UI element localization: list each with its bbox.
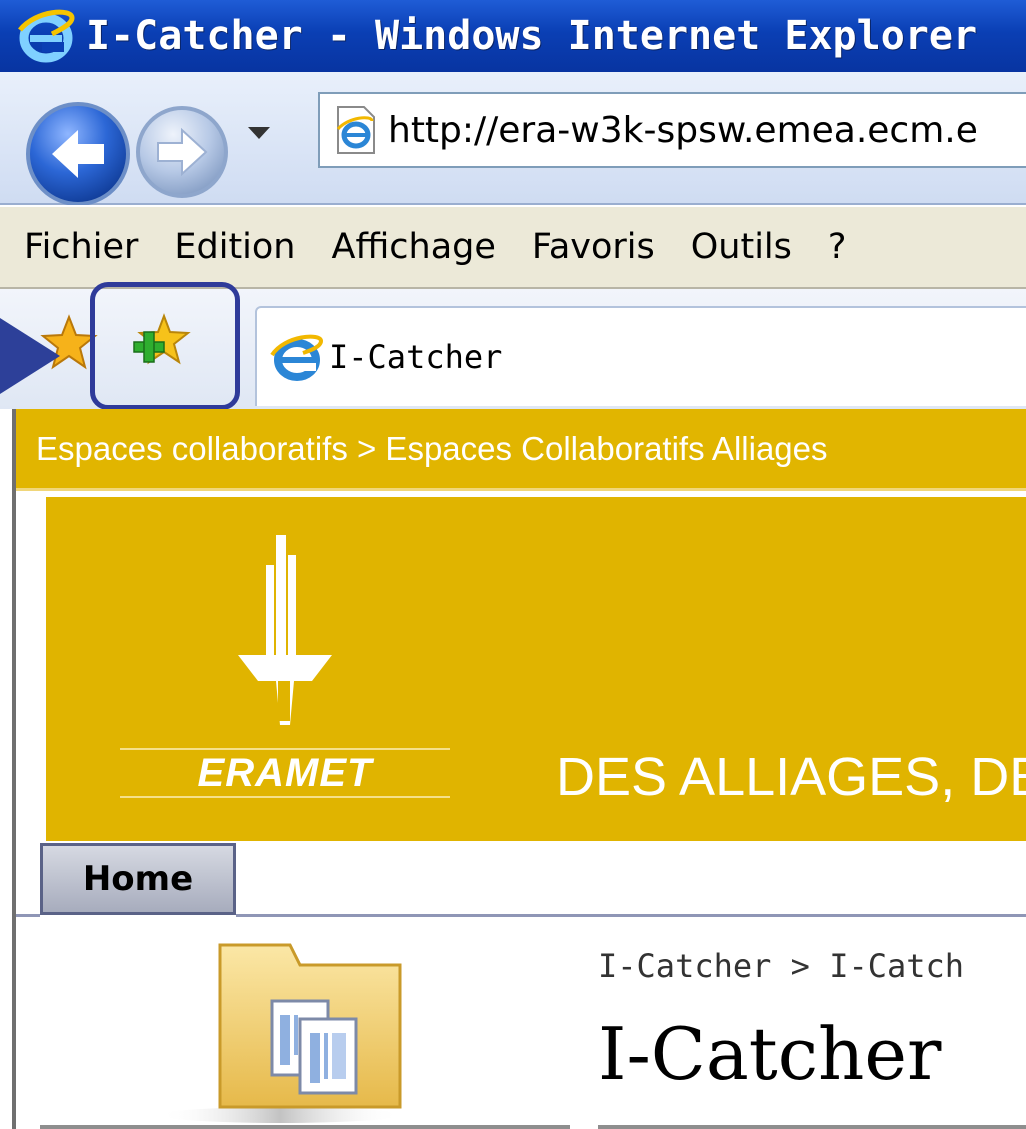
site-title: I-Catcher bbox=[598, 1012, 942, 1096]
forward-button[interactable] bbox=[134, 104, 230, 200]
folder-documents-icon bbox=[160, 943, 402, 1123]
menu-bar: Fichier Edition Affichage Favoris Outils… bbox=[0, 205, 1026, 289]
window-title: I-Catcher - Windows Internet Explorer bbox=[86, 13, 978, 59]
menu-favoris[interactable]: Favoris bbox=[532, 227, 655, 267]
nav-rule-left bbox=[16, 914, 40, 917]
callout-arrow-icon bbox=[0, 318, 60, 394]
address-url: http://era-w3k-spsw.emea.ecm.e bbox=[388, 109, 978, 151]
highlight-add-favorites bbox=[90, 282, 240, 410]
window-title-bar: I-Catcher - Windows Internet Explorer bbox=[0, 0, 1026, 72]
portal-breadcrumb[interactable]: Espaces collaboratifs > Espaces Collabor… bbox=[36, 430, 828, 468]
history-dropdown-icon[interactable] bbox=[248, 127, 270, 139]
menu-fichier[interactable]: Fichier bbox=[24, 227, 138, 267]
tab-i-catcher[interactable]: I-Catcher bbox=[255, 306, 1026, 406]
eramet-logo-text: ERAMET bbox=[197, 751, 373, 795]
back-button[interactable] bbox=[24, 100, 132, 208]
page-ie-icon bbox=[336, 106, 375, 154]
menu-affichage[interactable]: Affichage bbox=[332, 227, 496, 267]
back-arrow-icon bbox=[26, 102, 130, 206]
menu-help[interactable]: ? bbox=[828, 227, 847, 267]
logo-rule-bottom bbox=[120, 796, 450, 798]
home-tab-label: Home bbox=[82, 859, 194, 899]
nav-rule bbox=[236, 914, 1026, 917]
address-bar[interactable]: http://era-w3k-spsw.emea.ecm.e bbox=[318, 92, 1026, 168]
portal-breadcrumb-bar: Espaces collaboratifs > Espaces Collabor… bbox=[16, 409, 1026, 491]
banner-slogan: DES ALLIAGES, DE bbox=[556, 747, 1026, 807]
ie-tab-icon bbox=[270, 334, 324, 381]
right-column-rule bbox=[598, 1125, 1026, 1129]
tab-title: I-Catcher bbox=[329, 338, 503, 376]
menu-outils[interactable]: Outils bbox=[691, 227, 792, 267]
site-breadcrumb[interactable]: I-Catcher > I-Catch bbox=[598, 947, 964, 985]
ie-logo-icon bbox=[16, 8, 76, 64]
eramet-logo-mark-icon bbox=[238, 535, 332, 725]
forward-arrow-icon bbox=[136, 106, 228, 198]
left-column-rule bbox=[40, 1125, 570, 1129]
menu-edition[interactable]: Edition bbox=[174, 227, 295, 267]
home-nav-tab[interactable]: Home bbox=[40, 843, 236, 915]
